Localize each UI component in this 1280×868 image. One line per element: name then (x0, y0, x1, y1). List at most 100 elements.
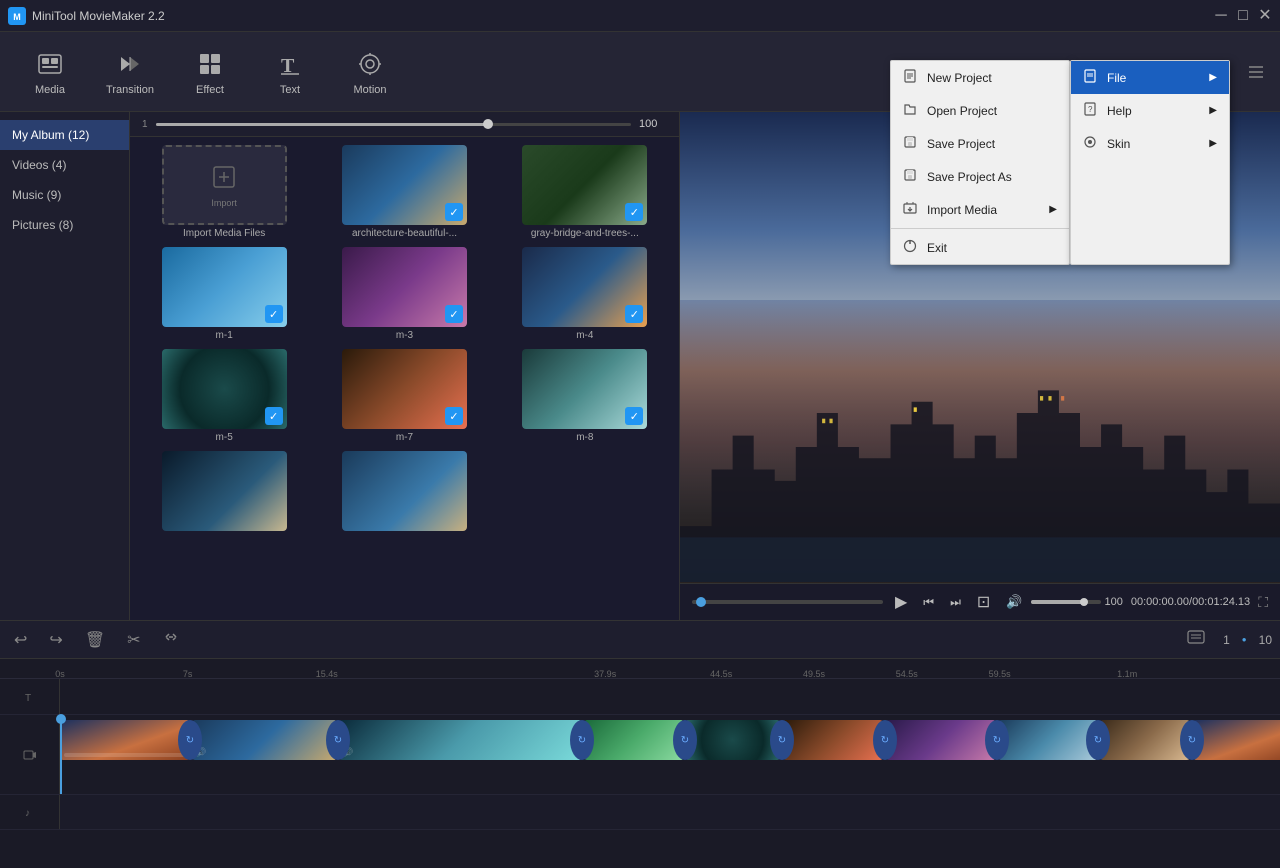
clip-10[interactable] (1193, 720, 1280, 760)
ctx-save-project-label: Save Project (927, 137, 995, 151)
new-project-icon (903, 69, 919, 86)
media-item-m3[interactable]: ✓ m-3 (318, 247, 490, 341)
toolbar-text[interactable]: T Text (250, 37, 330, 107)
toolbar-text-label: Text (280, 84, 300, 96)
media-icon (34, 48, 66, 80)
clip-9-thumb (1100, 720, 1190, 760)
timeline-zoom-dot: ● (1242, 635, 1247, 644)
delete-button[interactable]: 🗑 (79, 628, 111, 652)
ctx-exit-label: Exit (927, 241, 947, 255)
sidebar-item-pictures[interactable]: Pictures (8) (0, 210, 129, 240)
transition-4[interactable]: ↻ (673, 720, 697, 760)
m3-label: m-3 (396, 330, 413, 341)
text-icon: T (274, 48, 306, 80)
toolbar-transition[interactable]: Transition (90, 37, 170, 107)
maximize-button[interactable]: □ (1236, 9, 1250, 23)
text-track-content[interactable] (60, 679, 1280, 714)
clip-2-thumb: 🔊 (192, 720, 337, 760)
ruler-marks: 0s 7s 15.4s 37.9s 44.5s 49.5s 54.5s 59.5… (60, 659, 1220, 679)
transition-2[interactable]: ↻ (326, 720, 350, 760)
toolbar-motion[interactable]: Motion (330, 37, 410, 107)
ctx-open-project[interactable]: Open Project (891, 94, 1069, 127)
clip-3[interactable]: 🔊 (339, 720, 582, 760)
ctx-help[interactable]: ? Help ▶ (1071, 94, 1229, 127)
transition-7[interactable]: ↻ (985, 720, 1009, 760)
transition-6[interactable]: ↻ (873, 720, 897, 760)
timeline-end-value: 10 (1259, 633, 1272, 647)
clip-8[interactable] (998, 720, 1098, 760)
toolbar-effect[interactable]: Effect (170, 37, 250, 107)
step-forward-button[interactable]: ⏭ (946, 593, 965, 612)
volume-icon-button[interactable]: 🔊 (1002, 592, 1026, 612)
media-item-extra2[interactable] (318, 451, 490, 534)
clip-4[interactable] (584, 720, 684, 760)
ruler-0s: 0s (55, 669, 65, 679)
clip-1[interactable] (60, 720, 190, 760)
ruler-37s: 37.9s (594, 669, 616, 679)
transition-9[interactable]: ↻ (1180, 720, 1204, 760)
volume-control: 🔊 100 (1002, 592, 1123, 612)
cut-button[interactable]: ✂ (121, 628, 146, 652)
ctx-skin[interactable]: Skin ▶ (1071, 127, 1229, 160)
preview-volume-bar[interactable] (1031, 600, 1101, 604)
audio-track-content[interactable] (60, 795, 1280, 829)
transition-3[interactable]: ↻ (570, 720, 594, 760)
toolbar-media-label: Media (35, 84, 65, 96)
ctx-import-media[interactable]: Import Media ▶ (891, 193, 1069, 226)
media-item-m1[interactable]: ✓ m-1 (138, 247, 310, 341)
step-back-button[interactable]: ⏮ (919, 593, 938, 612)
m3-check: ✓ (445, 305, 463, 323)
media-item-m7[interactable]: ✓ m-7 (318, 349, 490, 443)
media-item-extra1[interactable] (138, 451, 310, 534)
sidebar-item-videos[interactable]: Videos (4) (0, 150, 129, 180)
close-button[interactable]: ✕ (1258, 9, 1272, 23)
import-media-item[interactable]: Import Import Media Files (138, 145, 310, 239)
ctx-save-project[interactable]: Save Project (891, 127, 1069, 160)
clip-7[interactable] (886, 720, 996, 760)
split-button[interactable] (157, 627, 185, 652)
svg-text:M: M (13, 12, 21, 22)
effect-icon (194, 48, 226, 80)
ctx-file[interactable]: File ▶ (1071, 61, 1229, 94)
ctx-save-project-as-label: Save Project As (927, 170, 1012, 184)
transition-5[interactable]: ↻ (770, 720, 794, 760)
ctx-new-project-label: New Project (927, 71, 992, 85)
timeline-tracks: T ↻ (0, 679, 1280, 868)
play-button[interactable]: ▶ (891, 590, 911, 614)
media-item-bridge[interactable]: ✓ gray-bridge-and-trees-... (499, 145, 671, 239)
clip-6[interactable] (783, 720, 883, 760)
save-project-as-icon (903, 168, 919, 185)
toolbar-media[interactable]: Media (10, 37, 90, 107)
undo-button[interactable]: ↩ (8, 628, 33, 652)
audio-track-row: ♪ (0, 795, 1280, 830)
m4-label: m-4 (576, 330, 593, 341)
caption-button[interactable] (1181, 628, 1211, 651)
redo-button[interactable]: ↪ (43, 628, 68, 652)
text-track-row: T (0, 679, 1280, 715)
preview-progress-bar[interactable] (692, 600, 883, 604)
ctx-new-project[interactable]: New Project (891, 61, 1069, 94)
fullscreen-button[interactable]: ⛶ (1258, 594, 1268, 611)
media-item-arch[interactable]: ✓ architecture-beautiful-... (318, 145, 490, 239)
transition-1[interactable]: ↻ (178, 720, 202, 760)
ctx-exit[interactable]: Exit (891, 231, 1069, 264)
sidebar-item-myalbum[interactable]: My Album (12) (0, 120, 129, 150)
media-item-m4[interactable]: ✓ m-4 (499, 247, 671, 341)
clip-9[interactable] (1100, 720, 1190, 760)
clip-10-thumb (1193, 720, 1280, 760)
extra2-thumb-img (342, 451, 467, 531)
media-item-m8[interactable]: ✓ m-8 (499, 349, 671, 443)
transition-8[interactable]: ↻ (1086, 720, 1110, 760)
clip-5[interactable] (685, 720, 780, 760)
crop-button[interactable]: ⊡ (973, 590, 994, 614)
minimize-button[interactable]: ─ (1214, 9, 1228, 23)
sidebar-item-music[interactable]: Music (9) (0, 180, 129, 210)
hamburger-button[interactable] (1242, 58, 1270, 86)
timeline-ruler: 0s 7s 15.4s 37.9s 44.5s 49.5s 54.5s 59.5… (0, 659, 1280, 679)
volume-slider[interactable] (156, 123, 631, 126)
media-item-m5[interactable]: ✓ m-5 (138, 349, 310, 443)
open-project-icon (903, 102, 919, 119)
clip-2[interactable]: 🔊 (192, 720, 337, 760)
app-icon: M (8, 7, 26, 25)
ctx-save-project-as[interactable]: Save Project As (891, 160, 1069, 193)
